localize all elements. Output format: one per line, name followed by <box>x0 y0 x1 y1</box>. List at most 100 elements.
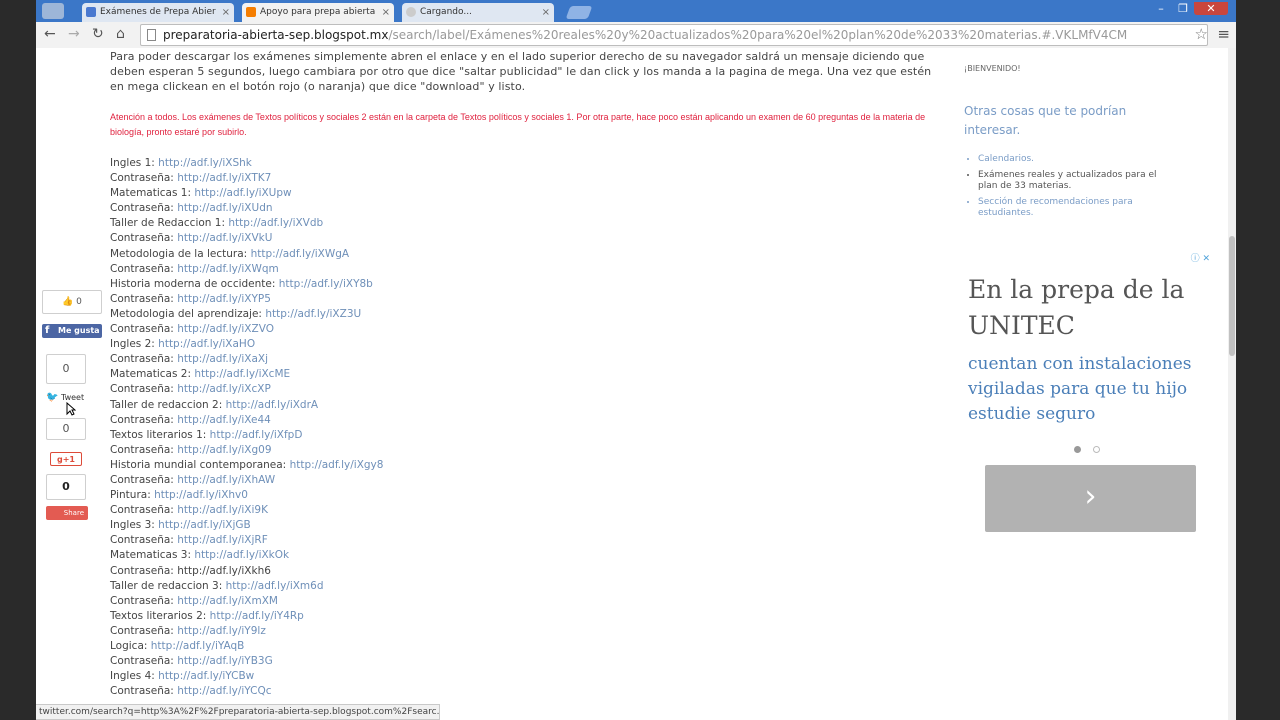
ad-dot[interactable] <box>1093 446 1100 453</box>
download-link[interactable]: http://adf.ly/iXUdn <box>177 202 272 214</box>
address-bar[interactable]: preparatoria-abierta-sep.blogspot.mx/sea… <box>140 24 1208 46</box>
tab-label: Cargando... <box>420 7 472 17</box>
download-link[interactable]: http://adf.ly/iXkOk <box>194 549 289 561</box>
download-link[interactable]: http://adf.ly/iYCQc <box>177 685 271 697</box>
download-link[interactable]: http://adf.ly/iXWgA <box>251 248 350 260</box>
download-link[interactable]: http://adf.ly/iXUpw <box>194 187 291 199</box>
download-link[interactable]: http://adf.ly/iXZ3U <box>265 308 361 320</box>
link-label: Contraseña: <box>110 292 174 305</box>
bookmark-star-icon[interactable]: ☆ <box>1195 25 1208 43</box>
tab-apoyo[interactable]: Apoyo para prepa abierta × <box>242 3 394 22</box>
scrollbar[interactable] <box>1228 48 1236 720</box>
download-link[interactable]: http://adf.ly/iXgy8 <box>290 459 384 471</box>
fb-count: 0 <box>76 297 82 307</box>
download-link[interactable]: http://adf.ly/iXg09 <box>177 444 271 456</box>
download-link[interactable]: http://adf.ly/iYAqB <box>151 640 245 652</box>
app-menu-icon[interactable] <box>42 3 64 19</box>
post-notice: Atención a todos. Los exámenes de Textos… <box>110 112 926 137</box>
download-link[interactable]: http://adf.ly/iXVdb <box>228 217 323 229</box>
link-row: Ingles 2: http://adf.ly/iXaHO <box>110 337 940 352</box>
home-icon[interactable]: ⌂ <box>116 26 125 42</box>
tab-cargando[interactable]: Cargando... × <box>402 3 554 22</box>
new-tab-button[interactable] <box>565 6 593 19</box>
link-label: Contraseña: <box>110 323 174 336</box>
download-link[interactable]: http://adf.ly/iXhv0 <box>154 489 248 501</box>
scroll-thumb[interactable] <box>1229 236 1235 356</box>
download-link[interactable]: http://adf.ly/iXmXM <box>177 595 278 607</box>
download-link[interactable]: http://adf.ly/iXVkU <box>177 232 272 244</box>
maximize-icon[interactable]: ❐ <box>1172 2 1194 15</box>
tab-examenes[interactable]: Exámenes de Prepa Abier × <box>82 3 234 22</box>
browser-chrome: Exámenes de Prepa Abier × Apoyo para pre… <box>36 0 1236 49</box>
download-link[interactable]: http://adf.ly/iXi9K <box>177 504 268 516</box>
download-link[interactable]: http://adf.ly/iXjRF <box>177 534 268 546</box>
tab-bar: Exámenes de Prepa Abier × Apoyo para pre… <box>36 0 1236 22</box>
download-link[interactable]: http://adf.ly/iXcXP <box>177 383 271 395</box>
forward-icon[interactable]: → <box>68 26 80 42</box>
others-list: Calendarios. Exámenes reales y actualizad… <box>964 154 1178 224</box>
url-host: preparatoria-abierta-sep.blogspot.mx <box>163 28 389 42</box>
tab-close-icon[interactable]: × <box>382 3 390 22</box>
link-row: Textos literarios 1: http://adf.ly/iXfpD <box>110 428 940 443</box>
others-item[interactable]: Exámenes reales y actualizados para el p… <box>978 170 1178 193</box>
link-label: Contraseña: <box>110 534 174 547</box>
unitec-ad[interactable]: ⓘ ✕ En la prepa de la UNITEC cuentan con… <box>964 248 1218 548</box>
share-button[interactable]: Share <box>46 506 88 520</box>
download-link[interactable]: http://adf.ly/iXZVO <box>177 323 274 335</box>
page-content: Para poder descargar los exámenes simple… <box>36 48 1236 720</box>
link-row: Historia mundial contemporanea: http://a… <box>110 458 940 473</box>
minimize-icon[interactable]: – <box>1150 2 1172 15</box>
ad-dot-active[interactable] <box>1074 446 1081 453</box>
download-link[interactable]: http://adf.ly/iXcME <box>194 368 290 380</box>
download-link[interactable]: http://adf.ly/iY4Rp <box>210 610 304 622</box>
ad-choices-icon[interactable]: ⓘ ✕ <box>1191 251 1210 264</box>
tab-close-icon[interactable]: × <box>222 3 230 22</box>
download-link[interactable]: http://adf.ly/iYCBw <box>158 670 254 682</box>
download-link[interactable]: http://adf.ly/iXWqm <box>177 263 279 275</box>
ad-next-button[interactable]: › <box>985 465 1196 532</box>
link-row: Contraseña: http://adf.ly/iXcXP <box>110 382 940 397</box>
link-label: Textos literarios 1: <box>110 428 207 441</box>
download-link[interactable]: http://adf.ly/iXaXj <box>177 353 268 365</box>
download-link[interactable]: http://adf.ly/iXTK7 <box>177 172 271 184</box>
download-link[interactable]: http://adf.ly/iXhAW <box>177 474 275 486</box>
download-link[interactable]: http://adf.ly/iXfpD <box>210 429 303 441</box>
download-link[interactable]: http://adf.ly/iXm6d <box>226 580 324 592</box>
link-row: Contraseña: http://adf.ly/iYB3G <box>110 654 940 669</box>
close-window-icon[interactable]: ✕ <box>1194 2 1228 15</box>
download-link[interactable]: http://adf.ly/iXY8b <box>279 278 373 290</box>
link-list: Ingles 1: http://adf.ly/iXShk Contraseña:… <box>110 156 940 699</box>
gplus-button[interactable]: g+1 <box>50 452 82 466</box>
chrome-menu-icon[interactable]: ≡ <box>1217 25 1230 43</box>
download-link[interactable]: http://adf.ly/iY9lz <box>177 625 266 637</box>
download-link[interactable]: http://adf.ly/iXkh6 <box>177 565 271 577</box>
reload-icon[interactable]: ↻ <box>92 26 104 42</box>
twitter-bird-icon: 🐦 <box>46 392 59 403</box>
fb-like-button[interactable]: Me gusta <box>42 324 102 338</box>
link-label: Ingles 4: <box>110 670 155 683</box>
link-row: Logica: http://adf.ly/iYAqB <box>110 639 940 654</box>
others-item[interactable]: Sección de recomendaciones para estudian… <box>978 197 1178 220</box>
link-row: Contraseña: http://adf.ly/iXjRF <box>110 533 940 548</box>
link-label: Contraseña: <box>110 624 174 637</box>
download-link[interactable]: http://adf.ly/iXe44 <box>177 414 271 426</box>
tab-close-icon[interactable]: × <box>542 3 550 22</box>
others-item[interactable]: Calendarios. <box>978 154 1178 166</box>
link-row: Taller de redaccion 2: http://adf.ly/iXd… <box>110 398 940 413</box>
link-row: Matematicas 1: http://adf.ly/iXUpw <box>110 186 940 201</box>
tw-count-box: 0 <box>46 354 86 384</box>
ad-body: cuentan con instalaciones vigiladas para… <box>968 354 1192 424</box>
download-link[interactable]: http://adf.ly/iXShk <box>158 157 252 169</box>
back-icon[interactable]: ← <box>44 26 56 42</box>
download-link[interactable]: http://adf.ly/iXdrA <box>226 399 318 411</box>
tab-label: Exámenes de Prepa Abier <box>100 7 216 17</box>
download-link[interactable]: http://adf.ly/iXjGB <box>158 519 251 531</box>
download-link[interactable]: http://adf.ly/iXaHO <box>158 338 255 350</box>
link-row: Metodologia de la lectura: http://adf.ly… <box>110 247 940 262</box>
download-link[interactable]: http://adf.ly/iXYP5 <box>177 293 271 305</box>
download-link[interactable]: http://adf.ly/iYB3G <box>177 655 273 667</box>
link-label: Contraseña: <box>110 383 174 396</box>
tweet-label: Tweet <box>61 393 85 402</box>
post-body: Para poder descargar los exámenes simple… <box>110 48 940 699</box>
link-row: Contraseña: http://adf.ly/iXTK7 <box>110 171 940 186</box>
